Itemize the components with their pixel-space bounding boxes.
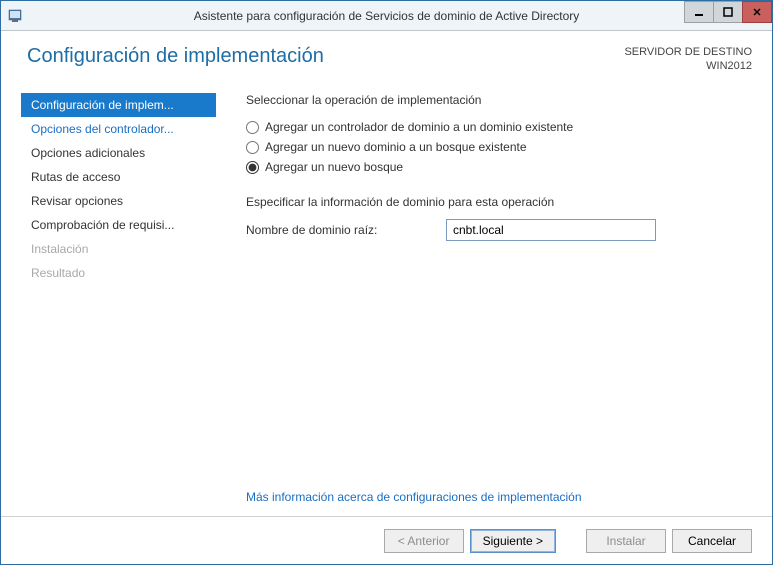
window-title: Asistente para configuración de Servicio…	[194, 9, 580, 23]
install-button: Instalar	[586, 529, 666, 553]
main-panel: Seleccionar la operación de implementaci…	[216, 93, 752, 516]
operation-radio-group: Agregar un controlador de dominio a un d…	[246, 117, 752, 177]
sidebar-item-installation: Instalación	[21, 237, 216, 261]
close-button[interactable]	[742, 1, 772, 23]
cancel-button[interactable]: Cancelar	[672, 529, 752, 553]
radio-add-domain-existing-forest[interactable]: Agregar un nuevo dominio a un bosque exi…	[246, 137, 752, 157]
sidebar-item-deployment-config[interactable]: Configuración de implem...	[21, 93, 216, 117]
next-button[interactable]: Siguiente >	[470, 529, 556, 553]
sidebar-item-result: Resultado	[21, 261, 216, 285]
sidebar-item-additional-options[interactable]: Opciones adicionales	[21, 141, 216, 165]
radio-input-add-domain[interactable]	[246, 141, 259, 154]
radio-add-new-forest[interactable]: Agregar un nuevo bosque	[246, 157, 752, 177]
sidebar-item-controller-options[interactable]: Opciones del controlador...	[21, 117, 216, 141]
sidebar-item-review-options[interactable]: Revisar opciones	[21, 189, 216, 213]
wizard-footer: < Anterior Siguiente > Instalar Cancelar	[1, 516, 772, 564]
more-info-link[interactable]: Más información acerca de configuracione…	[246, 490, 752, 504]
page-title: Configuración de implementación	[27, 45, 324, 73]
sidebar-item-prereq-check[interactable]: Comprobación de requisi...	[21, 213, 216, 237]
select-operation-label: Seleccionar la operación de implementaci…	[246, 93, 752, 107]
minimize-button[interactable]	[684, 1, 714, 23]
root-domain-name-input[interactable]	[446, 219, 656, 241]
destination-server-label: SERVIDOR DE DESTINO	[624, 45, 752, 59]
maximize-button[interactable]	[713, 1, 743, 23]
radio-label: Agregar un nuevo bosque	[265, 160, 403, 174]
wizard-window: Asistente para configuración de Servicio…	[0, 0, 773, 565]
sidebar-item-paths[interactable]: Rutas de acceso	[21, 165, 216, 189]
wizard-steps-sidebar: Configuración de implem... Opciones del …	[21, 93, 216, 516]
radio-input-new-forest[interactable]	[246, 161, 259, 174]
radio-label: Agregar un nuevo dominio a un bosque exi…	[265, 140, 527, 154]
root-domain-name-label: Nombre de dominio raíz:	[246, 223, 416, 237]
app-icon	[7, 8, 23, 24]
radio-label: Agregar un controlador de dominio a un d…	[265, 120, 573, 134]
previous-button: < Anterior	[384, 529, 464, 553]
specify-domain-info-label: Especificar la información de dominio pa…	[246, 195, 752, 209]
radio-add-dc-existing-domain[interactable]: Agregar un controlador de dominio a un d…	[246, 117, 752, 137]
titlebar: Asistente para configuración de Servicio…	[1, 1, 772, 31]
destination-server-value: WIN2012	[624, 59, 752, 73]
destination-server-block: SERVIDOR DE DESTINO WIN2012	[624, 45, 752, 73]
radio-input-add-dc[interactable]	[246, 121, 259, 134]
